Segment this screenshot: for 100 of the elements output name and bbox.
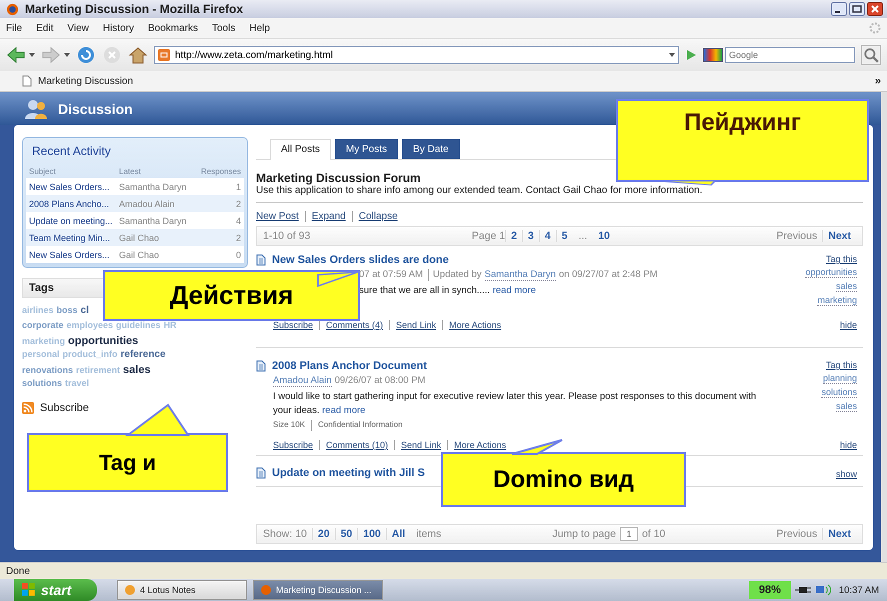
page-link[interactable]: 4 bbox=[538, 230, 556, 242]
page-size-link[interactable]: All bbox=[386, 528, 410, 540]
menu-item[interactable]: View bbox=[67, 22, 89, 34]
throbber-icon bbox=[869, 22, 881, 34]
read-more-link[interactable]: read more bbox=[492, 285, 536, 296]
toggle-link[interactable]: hide bbox=[840, 440, 857, 450]
column-header: Latest bbox=[119, 167, 142, 176]
range-text: 1-10 of 93 bbox=[263, 230, 310, 242]
page-number-field[interactable]: 1 bbox=[620, 527, 638, 541]
dropdown-icon[interactable] bbox=[64, 53, 70, 57]
maximize-button[interactable] bbox=[849, 2, 865, 16]
items-label: items bbox=[416, 528, 442, 540]
search-engine-icon[interactable] bbox=[703, 48, 723, 62]
current-page: Page 1 bbox=[472, 230, 506, 242]
page-icon bbox=[22, 75, 32, 87]
post-date: 09/26/07 at 08:00 PM bbox=[334, 375, 426, 387]
document-icon bbox=[256, 360, 266, 372]
menu-item[interactable]: File bbox=[6, 22, 22, 34]
updated-label: Updated by bbox=[428, 269, 482, 281]
dropdown-icon[interactable] bbox=[669, 53, 675, 57]
page-link[interactable]: 10 bbox=[593, 230, 615, 242]
browser-tab[interactable]: Marketing Discussion bbox=[6, 71, 140, 91]
power-plug-icon[interactable] bbox=[794, 584, 811, 596]
activity-row[interactable]: New Sales Orders... Gail Chao 0 bbox=[26, 246, 244, 263]
tab[interactable]: All Posts bbox=[270, 139, 331, 160]
post-action-link[interactable]: Subscribe bbox=[273, 440, 314, 450]
clock: 10:37 AM bbox=[838, 584, 879, 596]
toggle-link[interactable]: hide bbox=[840, 320, 857, 330]
post-excerpt: I would like to start gathering input for executive review later this year. Please post responses to this document with your ideas. read more bbox=[273, 390, 758, 418]
close-button[interactable] bbox=[867, 2, 883, 16]
toggle-link[interactable]: show bbox=[836, 469, 857, 479]
app-icon bbox=[124, 584, 136, 596]
site-icon bbox=[158, 49, 170, 61]
post-tag-link[interactable]: planning bbox=[822, 373, 857, 384]
menu-item[interactable]: Bookmarks bbox=[148, 22, 198, 34]
tag-link[interactable]: cl bbox=[80, 305, 89, 316]
address-field[interactable]: http://www.zeta.com/marketing.html bbox=[154, 46, 679, 64]
post-title[interactable]: New Sales Orders slides are done bbox=[272, 254, 449, 266]
post-title[interactable]: Update on meeting with Jill S bbox=[272, 467, 425, 479]
search-field[interactable]: Google bbox=[725, 47, 855, 63]
forum-title: Marketing Discussion Forum bbox=[256, 171, 421, 185]
action-link[interactable]: New Post bbox=[256, 211, 299, 222]
minimize-button[interactable] bbox=[831, 2, 847, 16]
tag-this-link[interactable]: Tag this bbox=[826, 254, 857, 264]
tag-link[interactable]: sales bbox=[123, 364, 151, 376]
post-action-link[interactable]: Send Link bbox=[394, 440, 442, 450]
app-title: Discussion bbox=[58, 100, 133, 116]
windows-logo-icon bbox=[22, 583, 36, 597]
action-link[interactable]: Expand bbox=[304, 211, 346, 222]
tab[interactable]: My Posts bbox=[334, 139, 398, 159]
activity-row[interactable]: Update on meeting... Samantha Daryn 4 bbox=[26, 212, 244, 229]
post-tag-link[interactable]: sales bbox=[836, 281, 857, 292]
column-header: Subject bbox=[29, 167, 57, 176]
activity-row[interactable]: New Sales Orders... Samantha Daryn 1 bbox=[26, 178, 244, 195]
page-size-link[interactable]: 100 bbox=[357, 528, 386, 540]
post-tag-link[interactable]: solutions bbox=[821, 387, 857, 398]
post-action-link[interactable]: More Actions bbox=[447, 440, 506, 450]
tab-overflow-button[interactable]: » bbox=[874, 75, 881, 87]
post-action-link[interactable]: Comments (10) bbox=[319, 440, 388, 450]
post-action-link[interactable]: More Actions bbox=[442, 320, 502, 330]
back-icon[interactable] bbox=[6, 46, 26, 64]
reload-icon[interactable] bbox=[76, 46, 96, 64]
post-tag-link[interactable]: opportunities bbox=[805, 267, 857, 278]
window-title: Marketing Discussion - Mozilla Firefox bbox=[25, 2, 244, 16]
home-icon[interactable] bbox=[128, 46, 148, 64]
post-tag-link[interactable]: marketing bbox=[817, 295, 857, 306]
menu-item[interactable]: Tools bbox=[212, 22, 236, 34]
taskbar-button[interactable]: 4 Lotus Notes bbox=[117, 580, 247, 600]
author-link[interactable]: Amadou Alain bbox=[273, 375, 332, 387]
page-size-link[interactable]: 50 bbox=[334, 528, 358, 540]
post-tag-link[interactable]: sales bbox=[836, 401, 857, 412]
tag-this-link[interactable]: Tag this bbox=[826, 360, 857, 370]
page-link[interactable]: 5 bbox=[556, 230, 572, 242]
next-link[interactable]: Next bbox=[822, 528, 856, 540]
menu-item[interactable]: History bbox=[102, 22, 134, 34]
callout-tail bbox=[512, 440, 562, 454]
menu-item[interactable]: Help bbox=[249, 22, 270, 34]
menu-item[interactable]: Edit bbox=[36, 22, 54, 34]
next-link[interactable]: Next bbox=[822, 230, 856, 242]
taskbar-button[interactable]: Marketing Discussion ... bbox=[253, 580, 383, 600]
activity-row[interactable]: Team Meeting Min... Gail Chao 2 bbox=[26, 229, 244, 246]
action-link[interactable]: Collapse bbox=[352, 211, 398, 222]
page-link[interactable]: 3 bbox=[522, 230, 539, 242]
page-size-link[interactable]: 20 bbox=[312, 528, 335, 540]
read-more-link[interactable]: read more bbox=[322, 405, 366, 416]
current-page-size: 10 bbox=[295, 528, 308, 540]
tag-link[interactable]: reference bbox=[120, 349, 166, 360]
tab[interactable]: By Date bbox=[402, 139, 460, 159]
post-info: Size 10K bbox=[273, 420, 306, 431]
document-icon bbox=[256, 467, 266, 479]
activity-row[interactable]: 2008 Plans Ancho... Amadou Alain 2 bbox=[26, 195, 244, 212]
post-title[interactable]: 2008 Plans Anchor Document bbox=[272, 360, 427, 372]
page-link[interactable]: 2 bbox=[505, 230, 522, 242]
tag-link[interactable]: opportunities bbox=[68, 334, 138, 346]
post-action-link[interactable]: Subscribe bbox=[273, 320, 314, 330]
subscribe-link[interactable]: Subscribe bbox=[40, 402, 89, 414]
post-action-link[interactable]: Send Link bbox=[389, 320, 436, 330]
author-link[interactable]: Samantha Daryn bbox=[484, 269, 556, 281]
search-icon[interactable] bbox=[861, 45, 881, 65]
dropdown-icon[interactable] bbox=[29, 53, 35, 57]
